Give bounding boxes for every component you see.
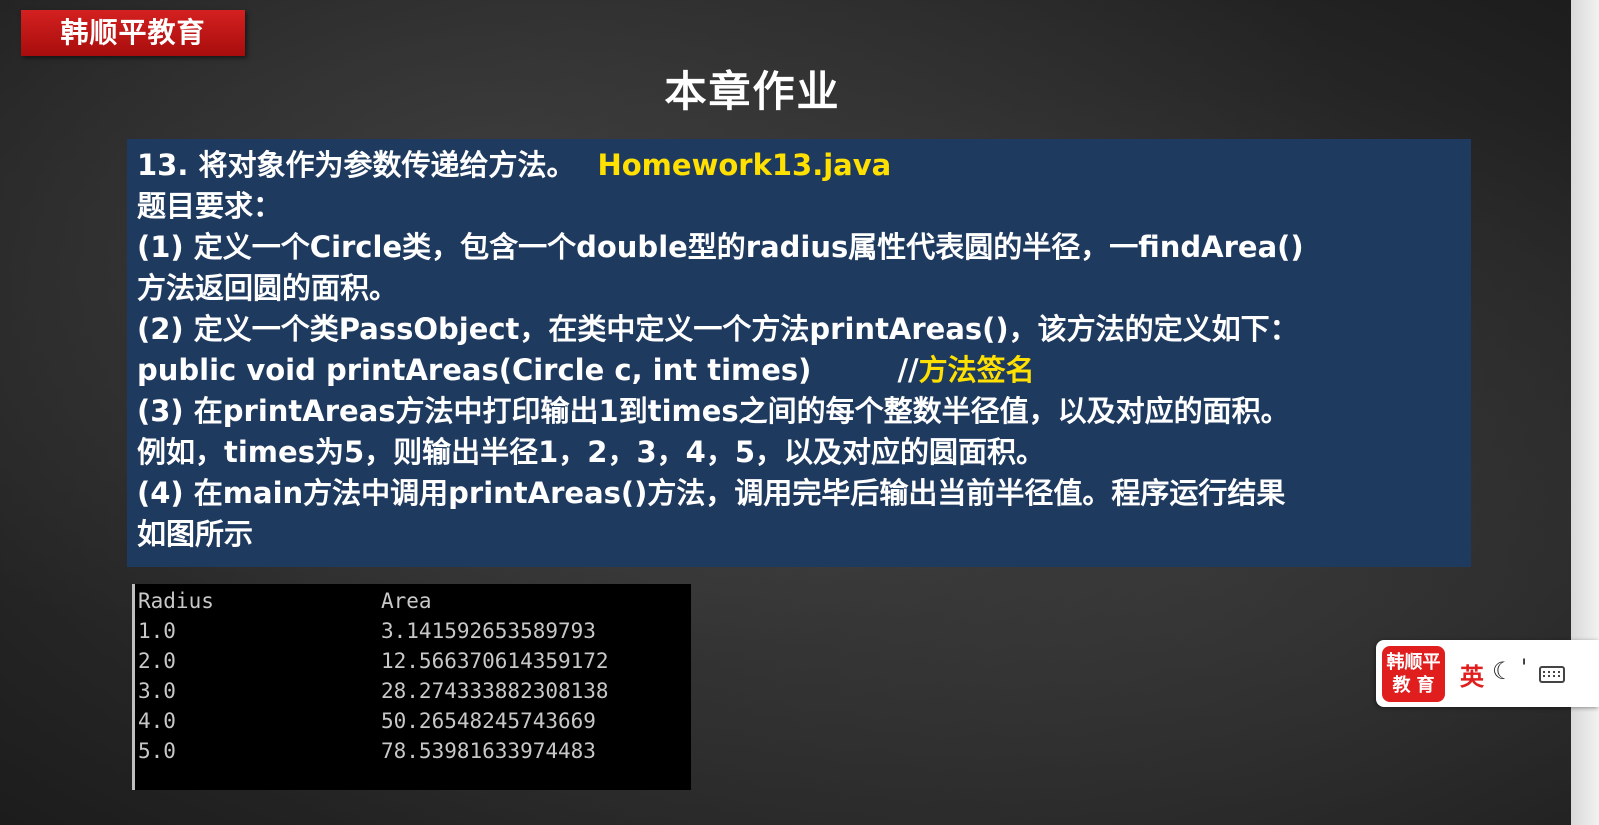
- console-radius-value: 4.0: [138, 709, 176, 733]
- requirement-1-line-1: (1) 定义一个Circle类，包含一个double型的radius属性代表圆的…: [137, 230, 1304, 264]
- requirement-2-line-1: (2) 定义一个类PassObject，在类中定义一个方法printAreas(…: [137, 312, 1299, 346]
- console-radius-value: 1.0: [138, 619, 176, 643]
- page-title: 本章作业: [664, 67, 841, 116]
- task-file-name: Homework13.java: [597, 148, 892, 182]
- console-area-value: 3.141592653589793: [381, 619, 596, 643]
- console-radius-value: 3.0: [138, 679, 176, 703]
- ime-logo[interactable]: 韩顺平 教育: [1382, 646, 1445, 702]
- console-radius-value: 2.0: [138, 649, 176, 673]
- ime-punctuation-toggle[interactable]: ': [1521, 656, 1527, 681]
- ime-language-toggle[interactable]: 英: [1460, 657, 1484, 692]
- requirements-label: 题目要求：: [137, 189, 283, 223]
- ime-logo-line-1: 韩顺平: [1386, 652, 1441, 673]
- console-area-value: 50.26548245743669: [381, 709, 596, 733]
- requirement-1-line-2: 方法返回圆的面积。: [137, 271, 399, 305]
- console-row: 2.0 12.566370614359172: [138, 646, 691, 676]
- console-header-area: Area: [381, 589, 432, 613]
- ime-toolbar[interactable]: 韩顺平 教育 英 ☾ ': [1376, 640, 1599, 707]
- console-row: 1.0 3.141592653589793: [138, 616, 691, 646]
- method-signature: public void printAreas(Circle c, int tim…: [137, 353, 812, 387]
- requirement-4-line-1: (4) 在main方法中调用printAreas()方法，调用完毕后输出当前半径…: [137, 476, 1286, 510]
- requirement-3-line-2: 例如，times为5，则输出半径1，2，3，4，5，以及对应的圆面积。: [137, 435, 1046, 469]
- console-area-value: 28.274333882308138: [381, 679, 609, 703]
- console-row: 3.0 28.274333882308138: [138, 676, 691, 706]
- brand-badge: 韩顺平教育: [21, 10, 245, 56]
- task-heading: 13. 将对象作为参数传递给方法。: [137, 148, 576, 182]
- moon-icon[interactable]: ☾: [1492, 657, 1514, 685]
- method-signature-line: public void printAreas(Circle c, int tim…: [137, 350, 1461, 391]
- console-area-value: 12.566370614359172: [381, 649, 609, 673]
- console-row: 5.0 78.53981633974483: [138, 736, 691, 766]
- requirement-4-line-2: 如图所示: [137, 517, 254, 551]
- comment-text: 方法签名: [918, 353, 1035, 387]
- console-area-value: 78.53981633974483: [381, 739, 596, 763]
- keyboard-icon[interactable]: [1539, 666, 1565, 683]
- ime-logo-line-2: 教育: [1392, 675, 1441, 696]
- task-panel: 13. 将对象作为参数传递给方法。 Homework13.java 题目要求： (…: [127, 139, 1471, 567]
- console-header-radius: Radius: [138, 589, 214, 613]
- console-output: Radius Area 1.0 3.141592653589793 2.0 12…: [132, 584, 691, 790]
- requirement-3-line-1: (3) 在printAreas方法中打印输出1到times之间的每个整数半径值，…: [137, 394, 1290, 428]
- task-heading-line: 13. 将对象作为参数传递给方法。 Homework13.java: [137, 145, 1461, 186]
- console-radius-value: 5.0: [138, 739, 176, 763]
- console-row: 4.0 50.26548245743669: [138, 706, 691, 736]
- console-header-row: Radius Area: [138, 586, 691, 616]
- comment-slashes: //: [897, 353, 919, 387]
